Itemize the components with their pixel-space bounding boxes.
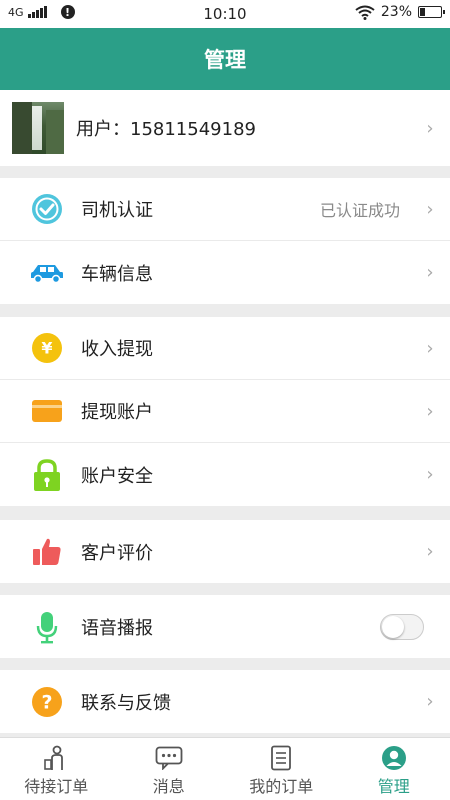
profile-icon xyxy=(381,745,407,771)
menu-item-voice-broadcast: 语音播报 xyxy=(0,595,450,658)
toggle-knob xyxy=(382,615,404,638)
tab-label: 消息 xyxy=(152,777,185,796)
voice-broadcast-toggle[interactable] xyxy=(380,613,424,640)
question-icon: ? xyxy=(27,682,67,722)
battery-percent: 23% xyxy=(380,4,412,20)
menu-item-contact-feedback[interactable]: ? 联系与反馈 › xyxy=(0,670,450,733)
tab-manage[interactable]: 管理 xyxy=(338,738,450,800)
user-phone-label: 用户：15811549189 xyxy=(76,119,256,140)
chevron-right-icon: › xyxy=(426,337,434,359)
title-bar: 管理 xyxy=(0,28,450,90)
chevron-right-icon: › xyxy=(426,691,434,712)
bottom-tab-bar: 待接订单 消息 我的订单 管理 xyxy=(0,737,450,800)
menu-label: 客户评价 xyxy=(81,542,153,564)
menu-label: 账户安全 xyxy=(81,465,153,487)
tab-my-orders[interactable]: 我的订单 xyxy=(225,738,338,800)
list-icon xyxy=(270,745,292,771)
tab-pending-orders[interactable]: 待接订单 xyxy=(0,738,113,800)
menu-label: 车辆信息 xyxy=(81,263,153,285)
group-finance: ¥ 收入提现 › 提现账户 › 账户安全 › xyxy=(0,317,450,506)
tab-label: 我的订单 xyxy=(249,777,314,796)
menu-item-withdraw-account[interactable]: 提现账户 › xyxy=(0,380,450,443)
group-driver: 司机认证 已认证成功 › 车辆信息 › xyxy=(0,178,450,304)
microphone-icon xyxy=(27,607,67,647)
menu-label: 司机认证 xyxy=(81,200,153,221)
tab-messages[interactable]: 消息 xyxy=(113,738,226,800)
chevron-right-icon: › xyxy=(426,400,434,422)
check-shield-icon xyxy=(27,189,67,229)
chevron-right-icon: › xyxy=(426,117,434,139)
menu-label: 收入提现 xyxy=(81,339,153,360)
svg-text:¥: ¥ xyxy=(41,339,52,358)
chevron-right-icon: › xyxy=(426,262,434,283)
menu-item-account-security[interactable]: 账户安全 › xyxy=(0,443,450,506)
verify-status: 已认证成功 xyxy=(319,201,400,220)
group-review: 客户评价 › xyxy=(0,520,450,583)
tab-label: 待接订单 xyxy=(24,777,89,796)
chevron-right-icon: › xyxy=(426,464,434,485)
group-feedback: ? 联系与反馈 › xyxy=(0,670,450,733)
svg-text:?: ? xyxy=(41,691,52,713)
menu-label: 语音播报 xyxy=(81,617,153,639)
status-bar: 4G ! 10:10 23% xyxy=(0,0,450,28)
person-waiting-icon xyxy=(43,745,69,771)
card-icon xyxy=(27,391,67,431)
message-icon xyxy=(155,745,183,771)
menu-label: 联系与反馈 xyxy=(81,692,171,714)
wifi-icon xyxy=(355,5,375,20)
menu-item-income-withdraw[interactable]: ¥ 收入提现 › xyxy=(0,317,450,380)
page-title: 管理 xyxy=(204,48,246,72)
chevron-right-icon: › xyxy=(426,541,434,562)
menu-item-customer-review[interactable]: 客户评价 › xyxy=(0,520,450,583)
battery-icon xyxy=(418,6,445,18)
tab-label: 管理 xyxy=(377,777,410,796)
avatar xyxy=(12,102,64,154)
chevron-right-icon: › xyxy=(426,198,434,220)
group-voice: 语音播报 xyxy=(0,595,450,658)
lock-icon xyxy=(27,455,67,495)
thumbs-up-icon xyxy=(27,532,67,572)
user-profile-row[interactable]: 用户：15811549189 › xyxy=(0,90,450,166)
menu-item-driver-verify[interactable]: 司机认证 已认证成功 › xyxy=(0,178,450,241)
menu-item-vehicle-info[interactable]: 车辆信息 › xyxy=(0,241,450,304)
menu-label: 提现账户 xyxy=(81,402,153,423)
yuan-coin-icon: ¥ xyxy=(27,328,67,368)
car-icon xyxy=(27,253,67,293)
status-right: 23% xyxy=(355,4,445,20)
